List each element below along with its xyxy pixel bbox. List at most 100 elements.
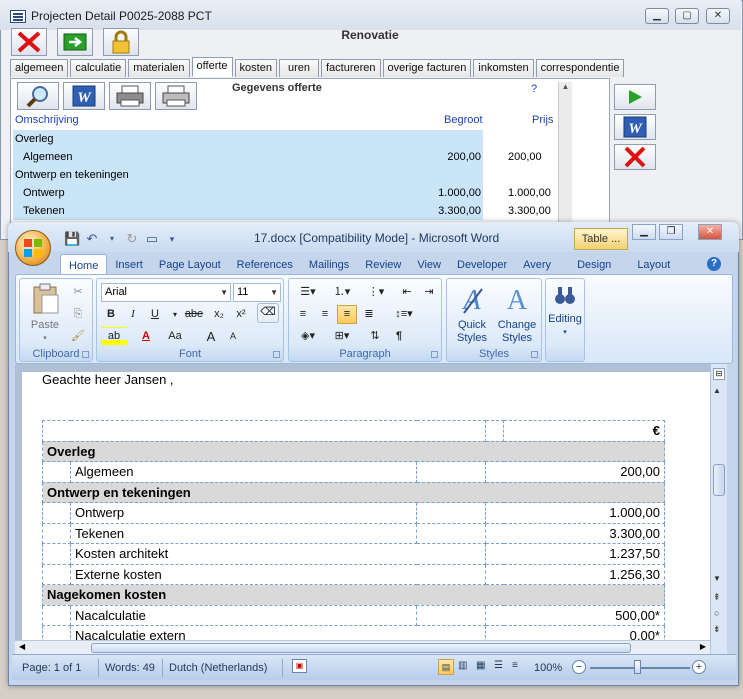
undo-icon[interactable]: ↶: [84, 231, 100, 247]
tab-overige-facturen[interactable]: overige facturen: [382, 59, 472, 77]
tab-references[interactable]: References: [229, 254, 301, 274]
sort-icon[interactable]: ⇅: [365, 327, 385, 346]
tab-insert[interactable]: Insert: [107, 254, 151, 274]
zoom-slider-thumb[interactable]: [634, 660, 641, 674]
tab-home[interactable]: Home: [60, 254, 108, 274]
table-row[interactable]: Tekenen 3.300,00: [42, 522, 665, 544]
next-page-icon[interactable]: ⇟: [713, 624, 721, 635]
list-item[interactable]: Overleg: [13, 130, 483, 148]
browse-object-icon[interactable]: ○: [714, 608, 719, 618]
help-icon[interactable]: ?: [707, 257, 721, 271]
language-indicator[interactable]: Dutch (Netherlands): [169, 662, 267, 674]
word-close-button[interactable]: ✕: [698, 224, 722, 240]
clear-formatting-icon[interactable]: ⌫: [257, 303, 279, 323]
zoom-out-icon[interactable]: −: [572, 660, 586, 674]
numbering-icon[interactable]: ⒈▾: [327, 283, 357, 302]
tab-offerte[interactable]: offerte: [191, 57, 233, 77]
save-icon[interactable]: 💾: [64, 231, 80, 247]
italic-button[interactable]: I: [123, 305, 143, 324]
align-left-icon[interactable]: ≡: [293, 305, 313, 324]
highlight-icon[interactable]: ab: [101, 327, 127, 346]
tab-materialen[interactable]: materialen: [128, 59, 190, 77]
item-value-cell[interactable]: 200,00: [485, 461, 665, 483]
column-begroot[interactable]: Begroot: [444, 114, 483, 126]
increase-indent-icon[interactable]: ⇥: [419, 283, 439, 302]
table-cell[interactable]: [416, 461, 486, 483]
tab-design[interactable]: Design: [569, 254, 619, 274]
print-button[interactable]: [109, 82, 151, 110]
table-cell[interactable]: [42, 563, 71, 585]
dialog-launcher-icon[interactable]: [531, 351, 538, 358]
item-label-cell[interactable]: Nacalculatie: [70, 604, 417, 626]
cut-icon[interactable]: ✂: [68, 283, 88, 302]
table-cell[interactable]: [42, 543, 71, 565]
table-cell[interactable]: [42, 420, 486, 442]
tab-kosten[interactable]: kosten: [234, 59, 277, 77]
grow-font-button[interactable]: A: [201, 327, 221, 346]
item-value-cell[interactable]: 1.256,30: [485, 563, 665, 585]
table-row[interactable]: Nacalculatie 500,00*: [42, 604, 665, 626]
list-scrollbar[interactable]: ▲: [558, 82, 572, 230]
web-layout-icon[interactable]: ▦: [476, 660, 485, 671]
word-export-button[interactable]: W: [63, 82, 105, 110]
previous-page-icon[interactable]: ⇞: [713, 592, 721, 603]
font-color-icon[interactable]: A: [135, 327, 157, 346]
table-row[interactable]: Overleg: [42, 440, 665, 462]
cancel-button[interactable]: [614, 144, 656, 170]
show-marks-icon[interactable]: ¶: [389, 327, 409, 346]
strikethrough-button[interactable]: abe: [181, 305, 207, 324]
tab-algemeen[interactable]: algemeen: [10, 59, 69, 77]
quick-styles-button[interactable]: A Quick Styles: [451, 283, 493, 345]
delete-button[interactable]: [11, 28, 47, 56]
page-count[interactable]: Page: 1 of 1: [22, 662, 81, 674]
vertical-scrollbar[interactable]: ⊟ ▲ ▼ ⇞ ○ ⇟: [710, 364, 727, 654]
item-value-cell[interactable]: 1.237,50: [485, 543, 665, 565]
item-value-cell[interactable]: 1.000,00: [485, 502, 665, 524]
bullets-icon[interactable]: ☰▾: [293, 283, 323, 302]
editing-button[interactable]: Editing ▾: [546, 283, 584, 339]
table-header-row[interactable]: €: [42, 420, 665, 442]
minimize-button[interactable]: ▁: [645, 8, 669, 24]
full-screen-reading-icon[interactable]: ▥: [458, 660, 467, 671]
redo-icon[interactable]: ↻: [124, 231, 140, 247]
table-cell[interactable]: [416, 502, 486, 524]
bold-button[interactable]: B: [101, 305, 121, 324]
run-button[interactable]: [614, 84, 656, 110]
column-prijs[interactable]: Prijs: [532, 114, 553, 126]
tab-calculatie[interactable]: calculatie: [70, 59, 127, 77]
tab-factureren[interactable]: factureren: [321, 59, 381, 77]
paste-button[interactable]: Paste ▾: [24, 283, 66, 345]
tab-uren[interactable]: uren: [278, 59, 319, 77]
tab-correspondentie[interactable]: correspondentie: [535, 59, 625, 77]
horizontal-scrollbar[interactable]: ◀ ▶: [15, 640, 710, 654]
help-mark[interactable]: ?: [531, 83, 537, 95]
tab-inkomsten[interactable]: inkomsten: [473, 59, 534, 77]
column-omschrijving[interactable]: Omschrijving: [15, 114, 79, 126]
zoom-level[interactable]: 100%: [534, 662, 562, 674]
search-button[interactable]: [17, 82, 59, 110]
outline-icon[interactable]: ☰: [494, 660, 503, 671]
align-center-icon[interactable]: ≡: [315, 305, 335, 324]
table-row[interactable]: Ontwerp 1.000,00: [42, 502, 665, 524]
document-table[interactable]: € Overleg Algemeen 200,00 Ontwerp en tek…: [42, 420, 665, 647]
font-size-combo[interactable]: 11 ▼: [233, 283, 281, 302]
word-restore-button[interactable]: ❐: [659, 224, 683, 240]
shading-icon[interactable]: ◈▾: [293, 327, 323, 346]
tab-avery[interactable]: Avery: [515, 254, 559, 274]
table-tools-tab[interactable]: Table ...: [574, 228, 628, 250]
view-ruler-icon[interactable]: ⊟: [713, 368, 725, 380]
tab-layout[interactable]: Layout: [629, 254, 678, 274]
dialog-launcher-icon[interactable]: [431, 351, 438, 358]
lock-button[interactable]: [103, 28, 139, 56]
subscript-button[interactable]: x₂: [209, 305, 229, 324]
table-row[interactable]: Kosten architekt 1.237,50: [42, 543, 665, 565]
justify-icon[interactable]: ≣: [359, 305, 379, 324]
section-cell[interactable]: Overleg: [42, 440, 665, 462]
superscript-button[interactable]: x²: [231, 305, 251, 324]
scroll-up-icon[interactable]: ▲: [713, 386, 721, 395]
underline-button[interactable]: U: [145, 305, 165, 324]
table-row[interactable]: Nagekomen kosten: [42, 584, 665, 606]
print-preview-button[interactable]: [155, 82, 197, 110]
word-count[interactable]: Words: 49: [105, 662, 155, 674]
macro-record-icon[interactable]: ▣: [292, 659, 307, 673]
